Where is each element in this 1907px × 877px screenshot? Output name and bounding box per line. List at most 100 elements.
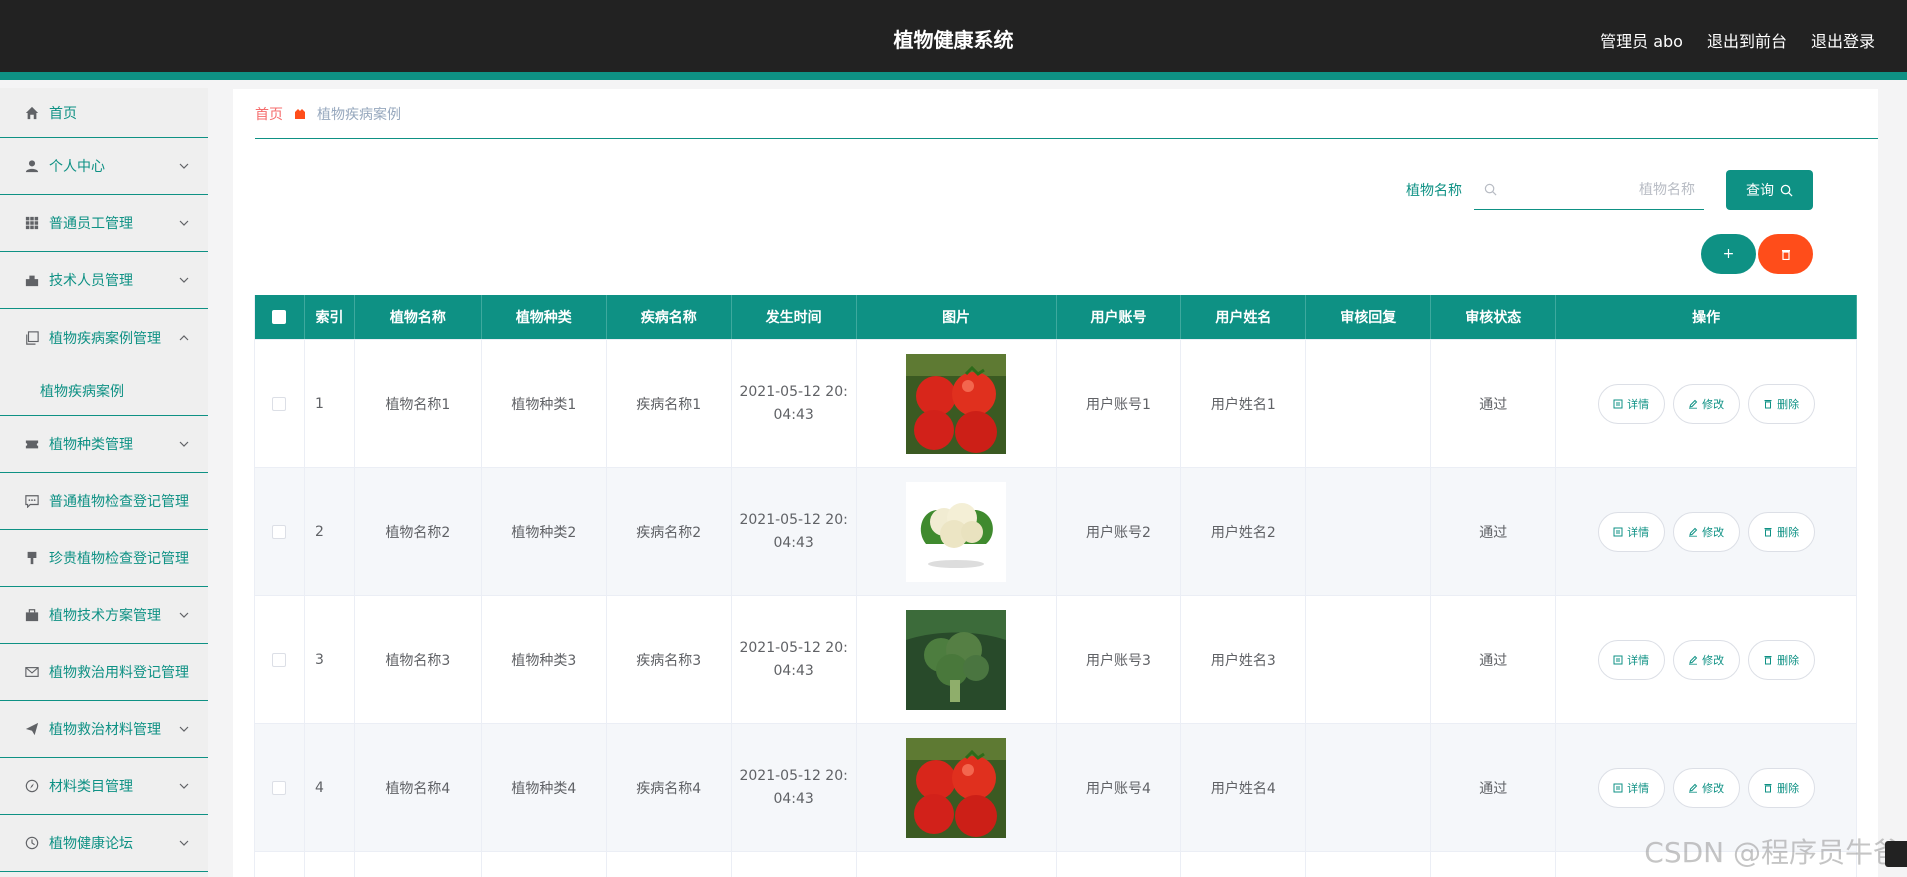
detail-button[interactable]: 详情 (1597, 639, 1665, 680)
sidebar-item-forum[interactable]: 植物健康论坛 (0, 815, 208, 872)
row-select-cell (255, 468, 305, 595)
edit-button-label: 修改 (1702, 525, 1725, 539)
plant-image[interactable] (906, 481, 1007, 582)
user-icon (24, 158, 40, 174)
document-icon (1613, 399, 1623, 408)
sidebar-item-label: 植物救治用料登记管理 (49, 665, 189, 681)
chevron-down-icon (179, 277, 189, 283)
search-icon (1484, 183, 1497, 196)
cell-operations: 详情 修改 删除 (1556, 596, 1857, 723)
top-header: 植物健康系统 管理员 abo 退出到前台 退出登录 (0, 0, 1907, 80)
sidebar-item-disease-cases[interactable]: 植物疾病案例管理 (0, 309, 208, 366)
edit-icon (1689, 399, 1698, 409)
chevron-down-icon (179, 163, 189, 169)
sidebar-item-home[interactable]: 首页 (0, 88, 208, 138)
delete-button[interactable]: 删除 (1747, 767, 1815, 808)
cell-account: 用户账号1 (1057, 340, 1182, 467)
header-select-all[interactable] (255, 295, 305, 339)
plant-image[interactable] (906, 609, 1007, 710)
trash-icon (1764, 783, 1772, 792)
sidebar-item-plant-types[interactable]: 植物种类管理 (0, 416, 208, 473)
row-checkbox[interactable] (272, 396, 287, 411)
sidebar-item-technicians[interactable]: 技术人员管理 (0, 252, 208, 309)
cell-index: 4 (304, 724, 355, 851)
add-button[interactable]: + (1701, 234, 1756, 274)
edit-button[interactable]: 修改 (1672, 639, 1740, 680)
logout-link[interactable]: 退出登录 (1811, 28, 1875, 52)
sidebar-item-tech-plan[interactable]: 植物技术方案管理 (0, 587, 208, 644)
back-to-frontend-link[interactable]: 退出到前台 (1707, 28, 1787, 52)
delete-button[interactable]: 删除 (1747, 639, 1815, 680)
sidebar-item-common-check[interactable]: 普通植物检查登记管理 (0, 473, 208, 530)
cell-status: 通过 (1431, 596, 1557, 723)
table-row: 4 植物名称4 植物种类4 疾病名称4 2021-05-12 20:04:43 用户账号4… (255, 724, 1857, 852)
plant-image[interactable] (906, 353, 1007, 454)
sidebar-item-label: 植物种类管理 (49, 437, 133, 453)
cell-index: 1 (305, 340, 355, 467)
cell-disease-name: 疾病名称3 (607, 596, 732, 723)
mail-icon (24, 664, 40, 680)
sidebar-item-material-categories[interactable]: 材料类目管理 (0, 758, 208, 815)
cell-user-name: 用户姓名4 (1181, 724, 1307, 851)
delete-button-label: 删除 (1777, 653, 1800, 667)
detail-button[interactable]: 详情 (1597, 767, 1665, 808)
sidebar-item-personal-center[interactable]: 个人中心 (0, 138, 208, 195)
cell-user-name: 用户姓名2 (1181, 468, 1307, 595)
cell-reply (1306, 596, 1432, 723)
delete-button[interactable]: 删除 (1747, 383, 1815, 424)
column-header: 索引 (304, 295, 355, 339)
select-all-checkbox[interactable] (272, 310, 287, 324)
floating-widget[interactable] (1885, 841, 1907, 867)
cell-disease-name: 疾病名称1 (607, 340, 732, 467)
row-checkbox[interactable] (272, 524, 287, 539)
detail-button-label: 详情 (1627, 397, 1650, 411)
table-row: 3 植物名称3 植物种类3 疾病名称3 2021-05-12 20:04:43 用户账号3… (255, 596, 1857, 724)
chevron-down-icon (179, 840, 189, 846)
edit-button[interactable]: 修改 (1672, 511, 1740, 552)
sidebar: 首页 个人中心 普通员工管理 技术人员管理 植物疾病案例管理 植物疾病案例 植物… (0, 88, 208, 877)
row-checkbox[interactable] (272, 652, 287, 667)
table-row: 2 植物名称2 植物种类2 疾病名称2 2021-05-12 20:04:43 用户账号2… (255, 468, 1857, 596)
time-text: 2021-05-12 20:04:43 (739, 511, 848, 551)
search-bar: 植物名称 查询 (1406, 170, 1813, 210)
document-icon (1613, 655, 1623, 664)
plant-image[interactable] (906, 737, 1007, 838)
search-field (1474, 170, 1704, 210)
row-checkbox[interactable] (272, 780, 287, 795)
cell-plant-kind: 植物种类3 (482, 596, 607, 723)
sidebar-item-label: 植物健康论坛 (49, 836, 133, 852)
search-input[interactable] (1505, 181, 1695, 198)
delete-button[interactable]: 删除 (1747, 511, 1815, 552)
column-header: 图片 (856, 295, 1057, 339)
sidebar-item-staff[interactable]: 普通员工管理 (0, 195, 208, 252)
briefcase-icon (24, 272, 40, 288)
main-panel: 首页 植物疾病案例 植物名称 查询 + 索引 植物名称 植物种类 疾病名称 发生… (233, 89, 1878, 877)
edit-button[interactable]: 修改 (1672, 383, 1740, 424)
sidebar-subitem-disease-case[interactable]: 植物疾病案例 (0, 366, 208, 416)
breadcrumb-home[interactable]: 首页 (255, 104, 283, 124)
cell-plant-kind: 植物种类2 (481, 468, 607, 595)
cell-reply (1306, 724, 1432, 851)
edit-button[interactable]: 修改 (1672, 767, 1740, 808)
table-row: 1 植物名称1 植物种类1 疾病名称1 2021-05-12 20:04:43 用户账号1… (255, 340, 1857, 468)
query-button[interactable]: 查询 (1726, 170, 1813, 210)
cell-time: 2021-05-12 20:04:43 (731, 468, 857, 595)
cell-plant-name: 植物名称2 (354, 468, 482, 595)
cell-plant-name: 植物名称1 (355, 340, 482, 467)
trash-icon (1764, 655, 1772, 664)
detail-button[interactable]: 详情 (1597, 511, 1665, 552)
row-actions: 详情 修改 删除 (1597, 767, 1815, 808)
trash-icon (1764, 399, 1772, 408)
sidebar-item-label: 材料类目管理 (49, 779, 133, 795)
cell-plant-name: 植物名称3 (355, 596, 482, 723)
cell-index: 3 (305, 596, 355, 723)
bulk-delete-button[interactable] (1758, 234, 1813, 274)
cell-user-name: 用户姓名3 (1181, 596, 1307, 723)
sidebar-item-material-register[interactable]: 植物救治用料登记管理 (0, 644, 208, 701)
detail-button[interactable]: 详情 (1597, 383, 1665, 424)
delete-button-label: 删除 (1777, 397, 1800, 411)
sidebar-item-materials[interactable]: 植物救治材料管理 (0, 701, 208, 758)
sidebar-item-rare-check[interactable]: 珍贵植物检查登记管理 (0, 530, 208, 587)
chevron-down-icon (179, 220, 189, 226)
cell-disease-name: 疾病名称4 (606, 724, 732, 851)
